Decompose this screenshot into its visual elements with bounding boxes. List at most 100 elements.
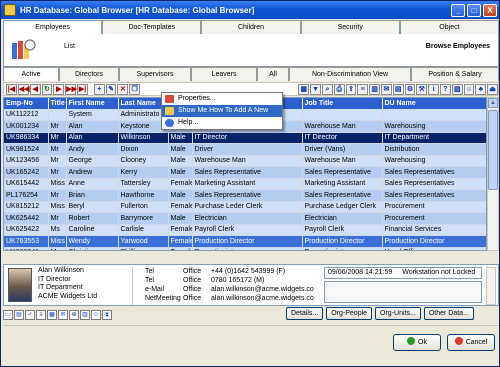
report-icon[interactable]: ≡ [357,83,369,95]
mail-icon[interactable]: ✉ [58,309,68,320]
close-button[interactable]: X [483,3,497,17]
col-emp-no[interactable]: Emp-No [4,98,49,109]
contact-row[interactable]: NetMeeting Office alan.wilkinson@acme.widg… [133,294,318,303]
scroll-up-icon[interactable]: ▲ [488,98,498,108]
detail-scrollbar[interactable] [486,267,496,305]
col-first-name[interactable]: First Name [66,98,119,109]
hourglass-icon[interactable]: ⧗ [102,309,112,320]
org-units-button[interactable]: Org-Units... [375,307,421,320]
table-row[interactable]: UK123456 Mr George Clooney Male Warehouse Man… [4,155,486,167]
notes-box[interactable] [324,281,482,303]
tab-doc-templates[interactable]: Doc-Templates [102,20,202,34]
minimize-button[interactable]: _ [451,3,465,17]
menu-item-properties[interactable]: Properties... [162,93,282,105]
settings-icon[interactable]: ⚙ [404,83,416,95]
attach-icon[interactable]: ⊕ [69,309,79,320]
tools-icon[interactable]: ⚒ [416,83,428,95]
table-row[interactable]: UK986334 Mr Alan Wilkinson Male IT Director IT… [4,132,486,144]
check-icon[interactable]: ✓ [25,309,35,320]
copy-record-icon[interactable]: ❐ [129,83,141,95]
col-du-name[interactable]: DU Name [382,98,486,109]
export-icon[interactable]: ⇪ [345,83,357,95]
exit-icon[interactable]: ⏏ [487,83,498,95]
contact-value: alan.wilkinson@acme.widgets.co [211,295,314,302]
contact-row[interactable]: Tel Office 0780 165172 (M) [133,276,318,285]
edit-record-icon[interactable]: ✎ [105,83,117,95]
info-icon[interactable]: i [428,83,440,95]
menu-item-show-me-how[interactable]: Show Me How To Add A New Record [162,105,282,126]
col-job-title[interactable]: Job Title [302,98,383,109]
table-cell: Wilkinson [118,132,169,144]
table-cell: Female [168,247,193,250]
user-icon[interactable]: ☺ [91,309,101,320]
col-title[interactable]: Title [48,98,67,109]
mail-icon[interactable]: ✉ [381,83,392,95]
details-button[interactable]: Details... [286,307,324,320]
tab-position-salary[interactable]: Position & Salary [411,67,499,81]
refresh-icon[interactable]: ↻ [41,83,53,95]
next-page-icon[interactable]: ▶▶ [65,83,77,95]
search-icon[interactable]: ⌕ [322,83,333,95]
table-row[interactable]: UK815212 Miss Beryl Fullerton Female Purchase… [4,201,486,213]
org-people-button[interactable]: Org-People [326,307,373,320]
table-cell: Sales Representatives [382,178,486,190]
menu-item-help[interactable]: Help... [162,117,282,129]
first-record-icon[interactable]: |◀ [6,83,17,95]
open-doc-icon[interactable]: ▤ [14,309,24,320]
check-icon [407,337,416,345]
tutorial-icon [165,107,174,115]
table-row[interactable]: UK625442 Mr Robert Barrymore Male Electrician… [4,212,486,225]
new-doc-icon[interactable]: ▭ [3,309,13,320]
last-record-icon[interactable]: ▶| [77,83,88,95]
table-cell: Miss [48,201,67,213]
cancel-button[interactable]: Cancel [447,334,495,351]
tab-leavers[interactable]: Leavers [191,67,257,81]
tab-directors[interactable]: Directors [59,67,119,81]
tab-all[interactable]: All [257,67,289,81]
next-record-icon[interactable]: ▶ [53,83,65,95]
prev-record-icon[interactable]: ◀ [29,83,41,95]
tab-supervisors[interactable]: Supervisors [119,67,191,81]
table-row[interactable]: UK625422 Ms Caroline Carlisle Female Payroll … [4,224,486,236]
chart-icon[interactable]: ▥ [369,83,381,95]
tab-children[interactable]: Children [201,20,301,34]
table-cell: Brian [66,189,119,202]
org-icon[interactable]: ♣ [475,83,487,95]
table-cell: Mr [48,155,67,167]
prev-page-icon[interactable]: ◀◀ [17,83,30,95]
help-icon[interactable]: ? [440,83,451,95]
layout-icon[interactable]: ▧ [451,83,463,95]
table-row[interactable]: UK763553 Miss Wendy Yarwood Female Production… [4,235,486,248]
other-data-button[interactable]: Other Data... [423,307,474,320]
contact-row[interactable]: e-Mail Office alan.wilkinson@acme.widgets.… [133,285,318,294]
calendar-icon[interactable]: ▤ [392,83,404,95]
table-row[interactable]: UK165242 Mr Andrew Kerry Male Sales Represent… [4,166,486,179]
table-row[interactable]: PL176254 Mr Brian Hawthorne Male Sales Repres… [4,189,486,202]
scroll-thumb[interactable] [488,110,498,190]
contact-row[interactable]: Tel Office +44 (0)1642 543999 (F) [133,267,318,276]
view-icon[interactable]: ▦ [298,83,310,95]
ok-button[interactable]: Ok [393,334,441,351]
filter-icon[interactable]: ▼ [310,83,322,95]
tab-security[interactable]: Security [300,20,400,34]
tab-employees[interactable]: Employees [3,20,103,34]
add-record-icon[interactable]: + [93,83,105,95]
table-row[interactable]: UK615442 Miss Anne Tattersley Female Marketin… [4,178,486,190]
tab-non-discrimination-view[interactable]: Non-Discrimination View [289,67,411,81]
table-row[interactable]: UK986341MsChristinePhillipsFemaleRecepti… [4,247,486,250]
table-cell: Receptionist [192,247,303,250]
tab-object[interactable]: Object [399,20,500,34]
list-icon[interactable]: ≡ [36,309,46,320]
table-cell: Robert [66,212,119,225]
employee-department: IT Department [38,284,83,291]
table-row[interactable]: UK981524 Mr Andy Dixon Male Driver Driver (Van… [4,143,486,156]
tab-active[interactable]: Active [3,67,59,81]
maximize-button[interactable]: □ [467,3,481,17]
grid-scrollbar[interactable]: ▲ [487,97,499,251]
print-icon[interactable]: ⎙ [333,83,345,95]
table-cell: Andrew [66,166,119,179]
delete-record-icon[interactable]: ✕ [117,83,129,95]
calendar-icon[interactable]: ▥ [80,309,90,320]
user-icon[interactable]: ☺ [463,83,475,95]
grid-icon[interactable]: ▦ [47,309,57,320]
